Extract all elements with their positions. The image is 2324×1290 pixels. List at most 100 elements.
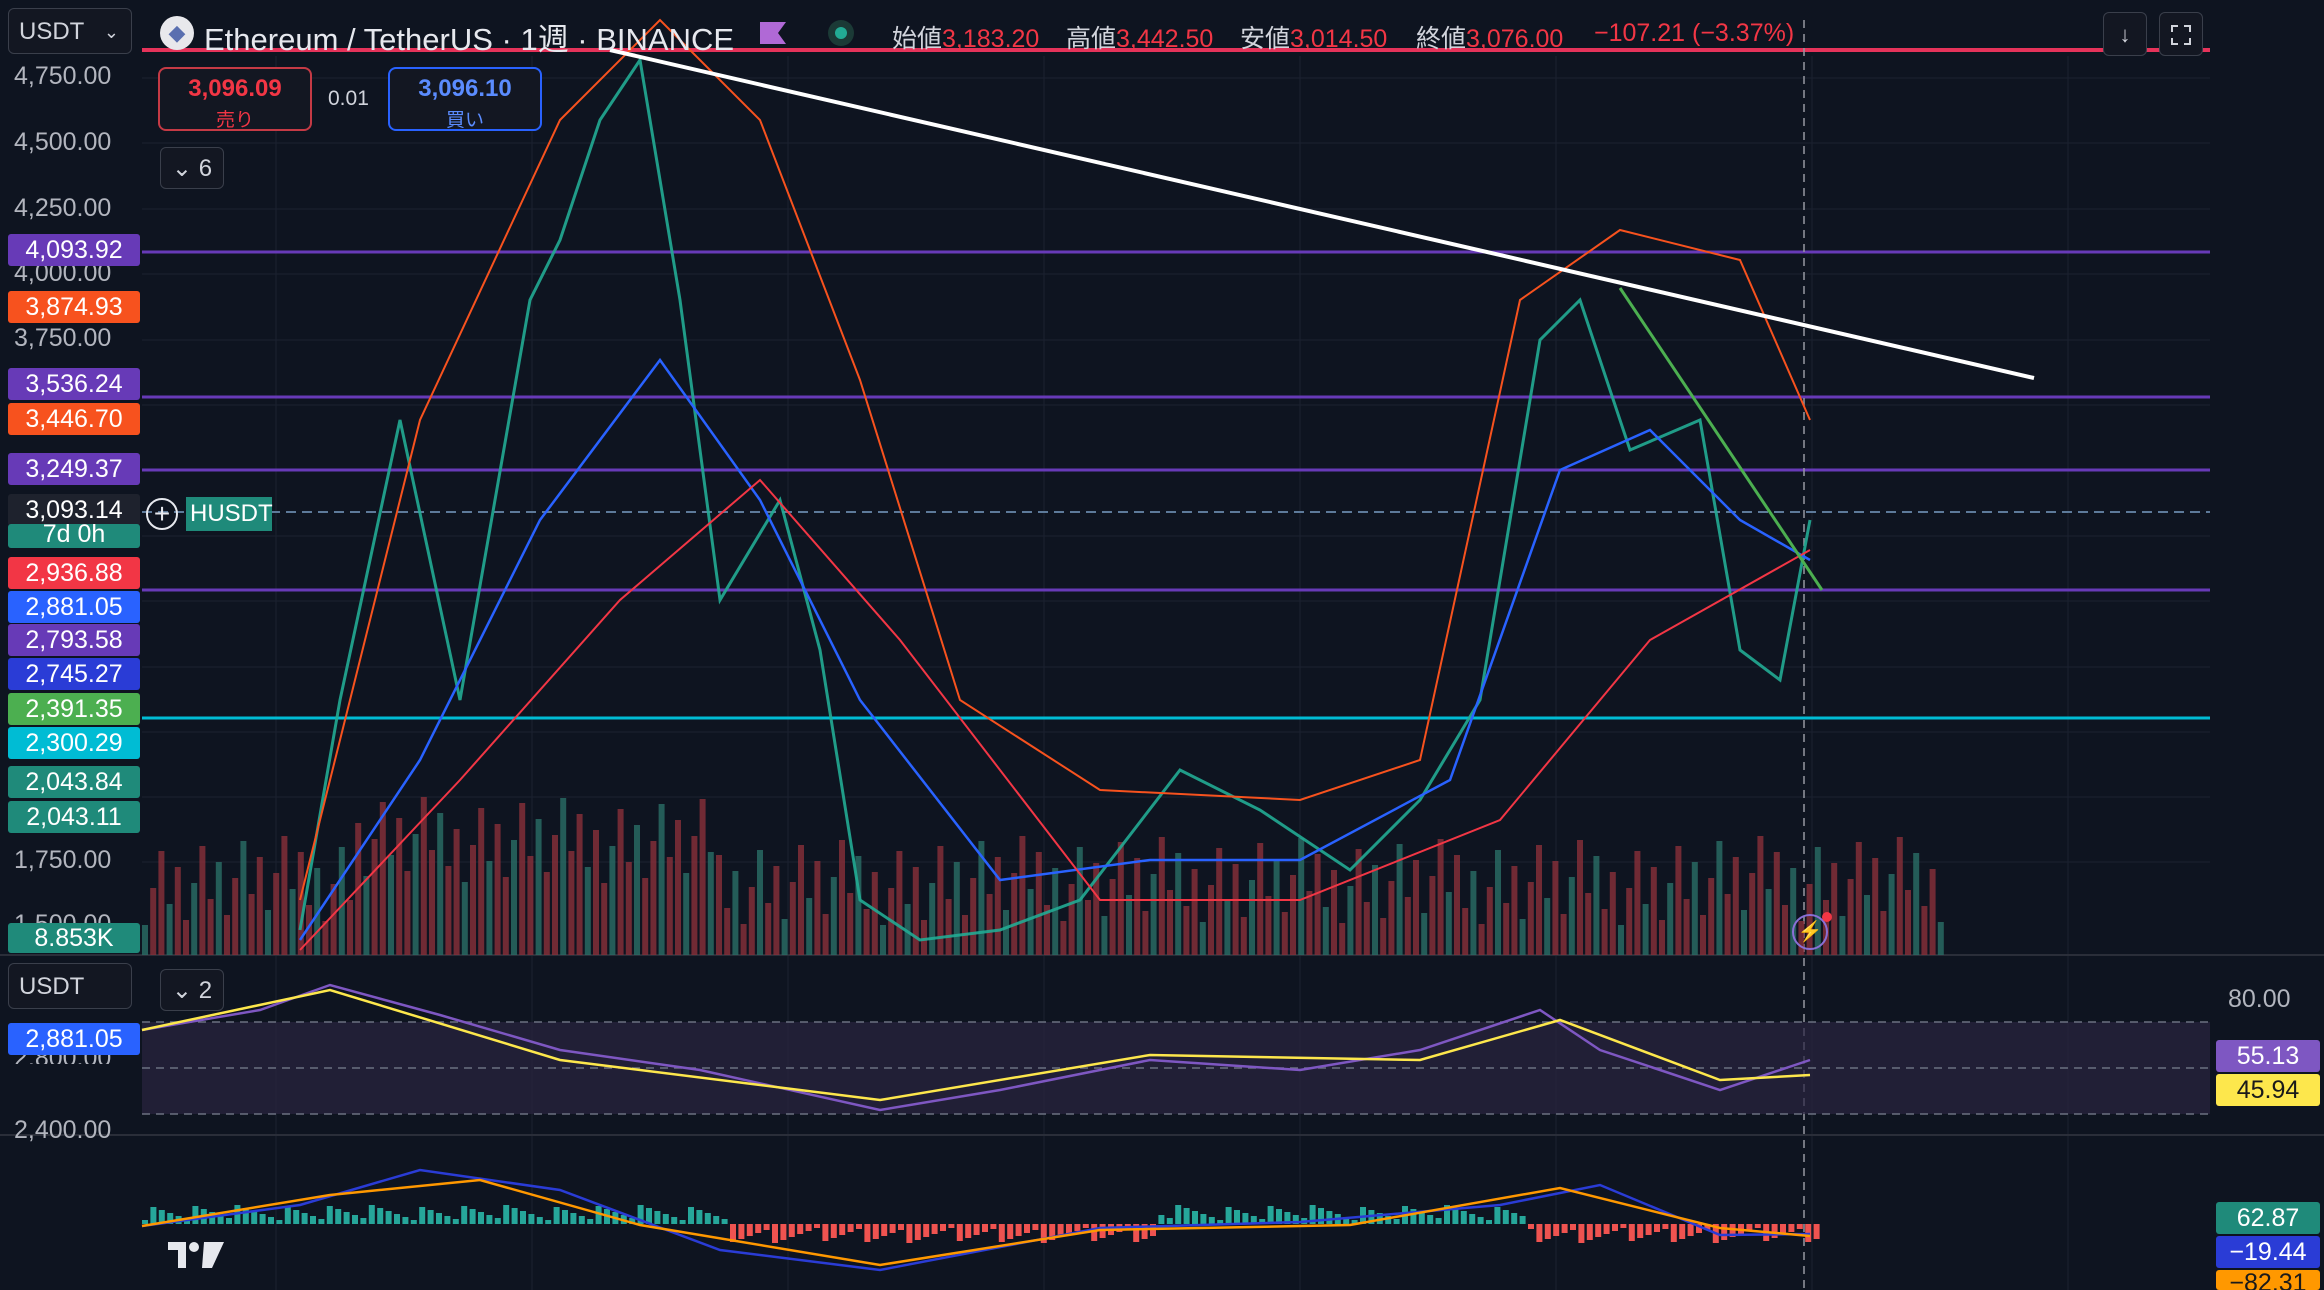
volume-bar xyxy=(1388,881,1395,955)
plus-icon[interactable]: + xyxy=(146,498,178,530)
sell-button[interactable]: 3,096.09 売り xyxy=(158,67,312,131)
macd-histogram-bar xyxy=(931,1224,938,1234)
buy-button[interactable]: 3,096.10 買い xyxy=(388,67,542,131)
volume-bar xyxy=(1929,869,1936,955)
volume-bar xyxy=(1503,903,1510,955)
chevron-down-icon: ⌄ xyxy=(103,22,119,42)
macd-histogram-bar xyxy=(326,1206,333,1224)
macd-histogram-bar xyxy=(1721,1224,1728,1240)
volume-bar xyxy=(1839,916,1846,955)
volume-bar xyxy=(1437,839,1444,955)
macd-histogram-bar xyxy=(940,1224,946,1231)
macd-histogram-bar xyxy=(419,1207,426,1224)
volume-bar xyxy=(150,888,157,955)
volume-bar xyxy=(1445,892,1452,955)
axis-tick: 1,750.00 xyxy=(14,846,112,874)
market-status-icon[interactable] xyxy=(828,20,854,46)
lower-currency-select[interactable]: USDT xyxy=(8,963,132,1009)
volume-bar xyxy=(970,878,977,955)
volume-bar xyxy=(1060,921,1067,955)
volume-bar xyxy=(1019,836,1026,955)
volume-bar xyxy=(142,925,148,955)
rsi-level-80: 80.00 xyxy=(2228,985,2291,1013)
volume-bar xyxy=(207,899,214,955)
macd-line-tag: −19.44 xyxy=(2216,1236,2320,1268)
fullscreen-button[interactable] xyxy=(2159,12,2203,56)
macd-histogram-bar xyxy=(1267,1206,1274,1224)
symbol-title[interactable]: Ethereum / TetherUS · 1週 · BINANCE xyxy=(204,14,734,59)
macd-histogram-bar xyxy=(1511,1213,1518,1224)
axis-tick: 4,500.00 xyxy=(14,128,112,156)
macd-histogram-bar xyxy=(965,1224,972,1238)
volume-bar xyxy=(552,835,558,955)
volume-bar xyxy=(740,924,747,955)
chart-canvas[interactable] xyxy=(0,0,2324,1290)
macd-histogram-bar xyxy=(763,1224,770,1230)
last-price-tag: 3,093.14 xyxy=(8,494,140,526)
volume-bar xyxy=(953,862,960,955)
volume-bar xyxy=(765,903,772,955)
macd-histogram-bar xyxy=(570,1213,577,1224)
volume-bar xyxy=(1708,878,1715,955)
volume-bar xyxy=(429,850,435,955)
volume-bar xyxy=(650,841,657,955)
volume-bar xyxy=(1011,873,1018,955)
macd-histogram-bar xyxy=(368,1205,375,1224)
macd-histogram-bar xyxy=(1595,1224,1602,1237)
macd-histogram-bar xyxy=(1754,1224,1761,1228)
volume-bar xyxy=(248,894,255,955)
sub-indicators-toggle[interactable]: ⌄ 2 xyxy=(160,969,224,1011)
volume-bar xyxy=(1068,884,1075,955)
macd-histogram-bar xyxy=(1586,1224,1593,1240)
volume-bar xyxy=(478,808,485,955)
volume-bar xyxy=(1511,866,1518,955)
volume-bar xyxy=(281,836,288,955)
volume-bar xyxy=(1281,912,1288,955)
macd-histogram-bar xyxy=(461,1206,468,1224)
macd-histogram-bar xyxy=(318,1219,325,1224)
volume-bar xyxy=(1232,864,1239,955)
indicators-toggle[interactable]: ⌄ 6 xyxy=(160,147,224,189)
volume-bar xyxy=(1527,882,1534,955)
currency-select[interactable]: USDT ⌄ xyxy=(8,8,132,54)
volume-bar xyxy=(1413,860,1419,955)
macd-histogram-bar xyxy=(1637,1224,1644,1238)
volume-bar xyxy=(1716,841,1723,955)
macd-histogram-bar xyxy=(587,1219,594,1224)
sell-label: 売り xyxy=(215,110,254,131)
currency-select-label: USDT xyxy=(19,18,85,45)
macd-histogram-bar xyxy=(150,1207,157,1224)
macd-histogram-bar xyxy=(872,1224,879,1239)
macd-histogram-bar xyxy=(1225,1207,1232,1224)
sub-indicators-count: 2 xyxy=(198,977,213,1004)
flag-icon[interactable] xyxy=(758,20,788,46)
volume-bar xyxy=(994,857,1001,955)
macd-histogram-bar xyxy=(662,1214,669,1224)
buy-price: 3,096.10 xyxy=(418,75,512,102)
macd-histogram-bar xyxy=(1469,1214,1476,1224)
download-button[interactable]: ↓ xyxy=(2103,12,2147,56)
volume-bar xyxy=(1675,846,1682,955)
volume-bar xyxy=(1109,879,1116,955)
volume-bar xyxy=(871,872,878,955)
macd-histogram-bar xyxy=(696,1210,703,1224)
volume-bar xyxy=(338,847,345,955)
macd-histogram-bar xyxy=(1771,1224,1778,1238)
macd-histogram-bar xyxy=(830,1224,837,1238)
download-icon: ↓ xyxy=(2119,22,2131,47)
volume-bar xyxy=(609,846,616,955)
volume-bar xyxy=(707,852,714,955)
ohlc-close-key: 終値 xyxy=(1416,25,1467,53)
macd-histogram-bar xyxy=(654,1211,661,1224)
volume-bar xyxy=(412,834,419,955)
volume-bar xyxy=(166,904,173,955)
macd-histogram-bar xyxy=(1553,1224,1560,1236)
macd-histogram-bar xyxy=(436,1213,442,1224)
price-tag: 3,536.24 xyxy=(8,368,140,400)
volume-bar xyxy=(584,867,591,955)
volume-bar xyxy=(1618,925,1624,955)
volume-bar xyxy=(232,878,239,955)
volume-bar xyxy=(822,914,829,955)
volume-bar xyxy=(215,862,222,955)
volume-tag: 8.853K xyxy=(8,923,140,953)
